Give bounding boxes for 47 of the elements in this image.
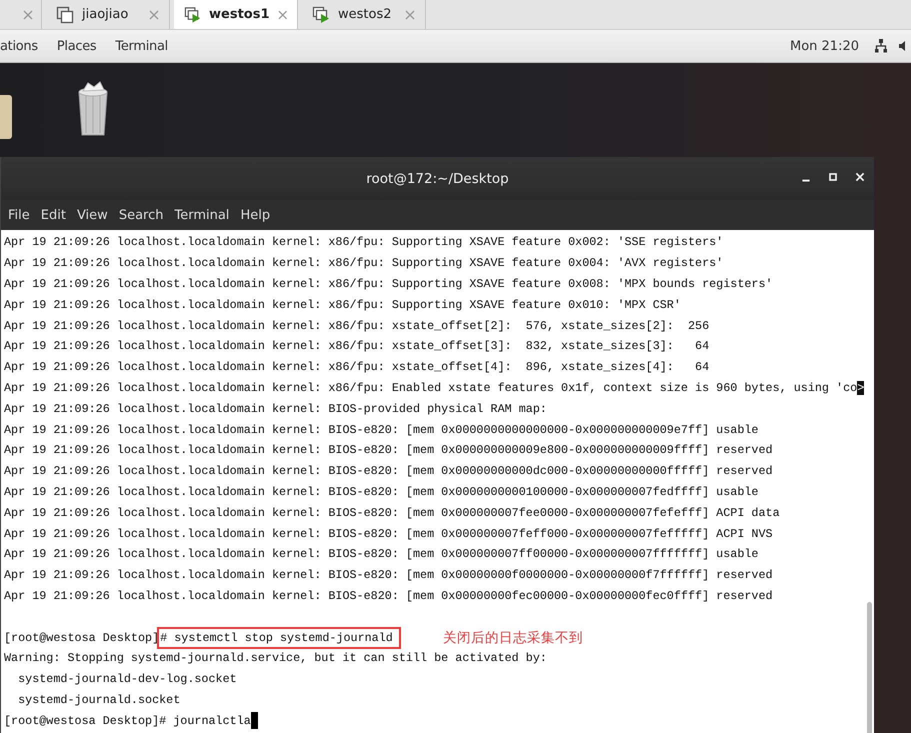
- log-line: Apr 19 21:09:26 localhost.localdomain kernel: BIOS-e820: [mem 0x000000000009e800-0x000000000009ffff] reserved: [4, 443, 773, 458]
- shell-prompt: [root@westosa Desktop]: [4, 630, 160, 645]
- log-line: Apr 19 21:09:26 localhost.localdomain kernel: BIOS-e820: [mem 0x00000000f0000000-0x00000000f7ffffff] reserved: [4, 568, 773, 582]
- menu-item[interactable]: View: [76, 208, 108, 222]
- volume-icon[interactable]: [899, 39, 907, 53]
- menu-item[interactable]: Help: [240, 208, 270, 222]
- log-line: Apr 19 21:09:26 localhost.localdomain kernel: BIOS-e820: [mem 0x00000000000dc000-0x00000000000fffff] reserved: [4, 464, 773, 478]
- menu-item[interactable]: Edit: [40, 208, 66, 222]
- log-line: Apr 19 21:09:26 localhost.localdomain kernel: BIOS-e820: [mem 0x0000000000100000-0x000000007fedffff] usable: [4, 484, 758, 499]
- top-bar-menu[interactable]: Terminal: [115, 38, 168, 54]
- log-line: Apr 19 21:09:26 localhost.localdomain kernel: BIOS-e820: [mem 0x000000007feff000-0x000000007fefffff] ACPI NVS: [4, 526, 773, 541]
- log-line: Apr 19 21:09:26 localhost.localdomain kernel: x86/fpu: Supporting XSAVE feature 0x008: 'MPX bounds registers': [4, 276, 773, 291]
- network-icon[interactable]: [875, 39, 887, 53]
- menu-item[interactable]: Terminal: [174, 208, 230, 222]
- maximize-icon[interactable]: [827, 171, 839, 183]
- menu-item[interactable]: Search: [118, 208, 164, 222]
- log-line: Apr 19 21:09:26 localhost.localdomain kernel: x86/fpu: xstate_offset[4]: 896, xstate_sizes[4]: 64: [4, 360, 710, 374]
- window-title: root@172:~/Desktop: [366, 170, 509, 186]
- top-bar-menu[interactable]: Places: [56, 38, 96, 54]
- annotation-text: 关闭后的日志采集不到: [442, 628, 583, 647]
- overflow-marker: >: [857, 380, 864, 395]
- log-line: Apr 19 21:09:26 localhost.localdomain kernel: x86/fpu: Supporting XSAVE feature 0x002: 'SSE registers': [4, 235, 724, 250]
- log-line: Apr 19 21:09:26 localhost.localdomain kernel: BIOS-e820: [mem 0x000000007ff00000-0x000000007fffffff] usable: [4, 547, 758, 562]
- vm-tab[interactable]: westos1: [174, 0, 298, 29]
- log-line: Apr 19 21:09:26 localhost.localdomain kernel: x86/fpu: Supporting XSAVE feature 0x010: 'MPX CSR': [4, 298, 681, 312]
- log-line: Warning: Stopping systemd-journald.service, but it can still be activated by:: [4, 651, 547, 666]
- log-line: systemd-journald-dev-log.socket: [17, 672, 237, 686]
- vm-play-icon: [184, 6, 202, 24]
- window-copy-icon: [56, 6, 74, 24]
- log-line: Apr 19 21:09:26 localhost.localdomain kernel: BIOS-e820: [mem 0x000000007fee0000-0x000000007fefefff] ACPI data: [4, 506, 780, 520]
- menu-item[interactable]: File: [8, 208, 30, 222]
- log-line: Apr 19 21:09:26 localhost.localdomain kernel: x86/fpu: Supporting XSAVE feature 0x004: 'AVX registers': [4, 256, 724, 270]
- trash-icon[interactable]: [76, 81, 110, 137]
- log-line: Apr 19 21:09:26 localhost.localdomain kernel: x86/fpu: xstate_offset[2]: 576, xstate_sizes[2]: 256: [4, 318, 710, 333]
- scrollbar-thumb[interactable]: [867, 602, 872, 733]
- log-line: Apr 19 21:09:26 localhost.localdomain kernel: x86/fpu: Enabled xstate features 0x1f, context size is 960 bytes, using 'co: [4, 380, 858, 395]
- log-line: Apr 19 21:09:26 localhost.localdomain kernel: BIOS-e820: [mem 0x0000000000000000-0x000000000009e7ff] usable: [4, 422, 758, 437]
- log-line: Apr 19 21:09:26 localhost.localdomain kernel: x86/fpu: xstate_offset[3]: 832, xstate_sizes[3]: 64: [4, 339, 710, 354]
- shell-prompt: [root@westosa Desktop]: [4, 714, 160, 728]
- log-line: Apr 19 21:09:26 localhost.localdomain kernel: BIOS-provided physical RAM map:: [4, 402, 547, 416]
- log-line: Apr 19 21:09:26 localhost.localdomain kernel: BIOS-e820: [mem 0x00000000fec00000-0x00000000fec0ffff] reserved: [4, 588, 773, 603]
- shell-command: # journalctla: [159, 714, 251, 728]
- shell-command: # systemctl stop systemd-journald: [157, 626, 401, 649]
- clock[interactable]: Mon 21:20: [790, 38, 859, 54]
- top-bar-menu[interactable]: ations: [0, 38, 38, 54]
- vm-play-icon: [312, 6, 330, 24]
- log-line: systemd-journald.socket: [17, 692, 180, 707]
